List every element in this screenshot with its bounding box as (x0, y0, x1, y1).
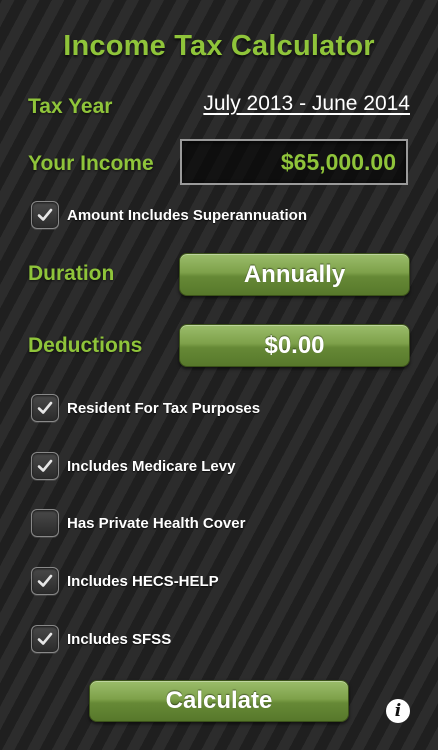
option-label: Resident For Tax Purposes (67, 399, 261, 417)
income-value: $65,000.00 (280, 148, 396, 175)
checkbox[interactable] (31, 509, 59, 537)
checkbox[interactable] (31, 567, 59, 595)
calculate-button[interactable]: Calculate (89, 680, 349, 722)
option-label: Has Private Health Cover (67, 514, 246, 532)
option-has-private-health-cover[interactable]: Has Private Health Cover (31, 509, 245, 537)
income-input[interactable]: $65,000.00 (180, 139, 408, 185)
tax-year-selector[interactable]: July 2013 - June 2014 (203, 92, 410, 116)
income-label: Your Income (28, 152, 154, 175)
deductions-button[interactable]: $0.00 (179, 324, 410, 367)
option-label: Amount Includes Superannuation (67, 206, 308, 224)
option-label: Includes SFSS (67, 630, 172, 648)
option-label: Includes HECS-HELP (67, 572, 219, 590)
option-amount-includes-superannuation[interactable]: Amount Includes Superannuation (31, 201, 307, 229)
option-includes-hecs-help[interactable]: Includes HECS-HELP (31, 567, 219, 595)
info-icon[interactable]: i (386, 699, 410, 723)
checkmark-icon (37, 459, 53, 472)
option-resident-for-tax-purposes[interactable]: Resident For Tax Purposes (31, 394, 260, 422)
checkbox[interactable] (31, 201, 59, 229)
deductions-label: Deductions (28, 334, 143, 357)
checkmark-icon (37, 208, 53, 221)
checkmark-icon (37, 574, 53, 587)
checkbox[interactable] (31, 625, 59, 653)
option-label: Includes Medicare Levy (67, 457, 236, 475)
checkmark-icon (37, 632, 53, 645)
option-includes-medicare-levy[interactable]: Includes Medicare Levy (31, 452, 235, 480)
app-title: Income Tax Calculator (63, 30, 375, 62)
tax-year-label: Tax Year (28, 95, 113, 118)
checkmark-icon (37, 401, 53, 414)
duration-button[interactable]: Annually (179, 253, 410, 296)
duration-label: Duration (28, 262, 115, 285)
checkbox[interactable] (31, 394, 59, 422)
option-includes-sfss[interactable]: Includes SFSS (31, 625, 171, 653)
checkbox[interactable] (31, 452, 59, 480)
